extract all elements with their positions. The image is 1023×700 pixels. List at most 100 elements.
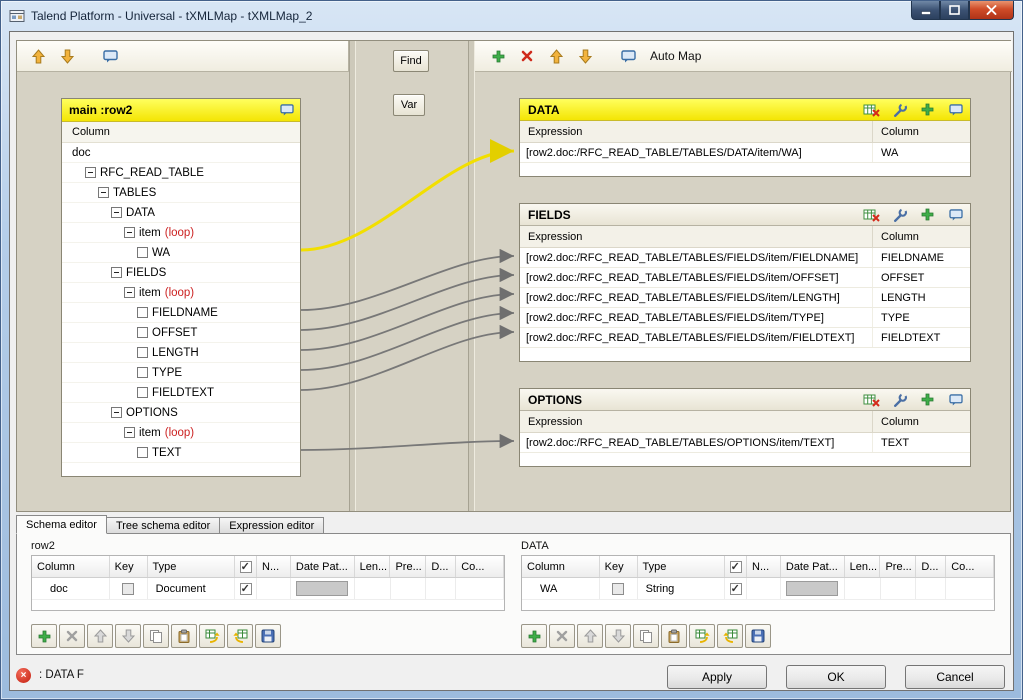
input-table-header[interactable]: main :row2 — [62, 99, 300, 122]
move-down-icon[interactable] — [58, 47, 76, 65]
schema-cell-nullable-checkbox[interactable] — [730, 583, 742, 595]
output-table-header[interactable]: FIELDS — [520, 204, 970, 226]
schema-cell-column[interactable]: WA — [522, 578, 600, 599]
remove-output-icon[interactable] — [518, 47, 536, 65]
window-icon[interactable] — [947, 392, 964, 408]
ok-button[interactable]: OK — [786, 665, 886, 689]
expression-cell[interactable]: [row2.doc:/RFC_READ_TABLE/TABLES/FIELDS/… — [520, 248, 872, 267]
schema-import-button[interactable] — [199, 624, 225, 648]
schema-table-row[interactable]: WA String — [522, 578, 994, 600]
schema-cell-n[interactable] — [747, 578, 781, 599]
schema-import-button[interactable] — [689, 624, 715, 648]
schema-cell-default[interactable] — [916, 578, 946, 599]
window-icon[interactable] — [947, 102, 964, 118]
collapse-icon[interactable] — [98, 187, 109, 198]
tree-node-tables[interactable]: TABLES — [62, 183, 300, 203]
collapse-icon[interactable] — [124, 287, 135, 298]
column-cell[interactable]: WA — [872, 143, 970, 162]
column-cell[interactable]: FIELDNAME — [872, 248, 970, 267]
schema-cell-nullable[interactable] — [725, 578, 747, 599]
tree-node-rfc_read_table[interactable]: RFC_READ_TABLE — [62, 163, 300, 183]
schema-export-button[interactable] — [717, 624, 743, 648]
tree-node-doc[interactable]: doc — [62, 143, 300, 163]
wrench-icon[interactable] — [891, 392, 908, 408]
tree-node-data[interactable]: DATA — [62, 203, 300, 223]
window-icon[interactable] — [619, 47, 637, 65]
schema-cell-precision[interactable] — [881, 578, 917, 599]
add-column-icon[interactable] — [919, 207, 936, 223]
splitter-right[interactable] — [468, 41, 475, 511]
date-pattern-box[interactable] — [296, 581, 348, 596]
column-cell[interactable]: OFFSET — [872, 268, 970, 287]
find-button[interactable]: Find — [393, 50, 429, 72]
mapping-row[interactable]: [row2.doc:/RFC_READ_TABLE/TABLES/FIELDS/… — [520, 268, 970, 288]
schema-move-down-button[interactable] — [605, 624, 631, 648]
expression-cell[interactable]: [row2.doc:/RFC_READ_TABLE/TABLES/DATA/it… — [520, 143, 872, 162]
mapping-row[interactable]: [row2.doc:/RFC_READ_TABLE/TABLES/OPTIONS… — [520, 433, 970, 453]
tree-node-item[interactable]: item(loop) — [62, 223, 300, 243]
delete-table-icon[interactable] — [863, 207, 880, 223]
output-table-header[interactable]: DATA — [520, 99, 970, 121]
schema-paste-button[interactable] — [171, 624, 197, 648]
expression-cell[interactable]: [row2.doc:/RFC_READ_TABLE/TABLES/OPTIONS… — [520, 433, 872, 452]
schema-move-up-button[interactable] — [577, 624, 603, 648]
tree-node-item[interactable]: item(loop) — [62, 283, 300, 303]
expression-cell[interactable]: [row2.doc:/RFC_READ_TABLE/TABLES/FIELDS/… — [520, 288, 872, 307]
tree-node-wa[interactable]: WA — [62, 243, 300, 263]
schema-cell-comment[interactable] — [946, 578, 994, 599]
schema-cell-comment[interactable] — [456, 578, 504, 599]
schema-remove-button[interactable] — [59, 624, 85, 648]
column-cell[interactable]: FIELDTEXT — [872, 328, 970, 347]
tree-node-fieldname[interactable]: FIELDNAME — [62, 303, 300, 323]
mapping-row[interactable]: [row2.doc:/RFC_READ_TABLE/TABLES/FIELDS/… — [520, 248, 970, 268]
collapse-icon[interactable] — [111, 207, 122, 218]
schema-move-up-button[interactable] — [87, 624, 113, 648]
header-checkbox[interactable] — [240, 561, 252, 573]
schema-cell-key-checkbox[interactable] — [122, 583, 134, 595]
collapse-icon[interactable] — [111, 267, 122, 278]
schema-cell-date-pattern[interactable] — [291, 578, 355, 599]
add-output-icon[interactable] — [489, 47, 507, 65]
schema-cell-default[interactable] — [426, 578, 456, 599]
window-icon[interactable] — [947, 207, 964, 223]
tab-expression-editor[interactable]: Expression editor — [219, 517, 324, 534]
expression-cell[interactable]: [row2.doc:/RFC_READ_TABLE/TABLES/FIELDS/… — [520, 268, 872, 287]
move-up-icon[interactable] — [547, 47, 565, 65]
schema-cell-key-checkbox[interactable] — [612, 583, 624, 595]
tree-node-type[interactable]: TYPE — [62, 363, 300, 383]
var-button[interactable]: Var — [393, 94, 425, 116]
tree-node-length[interactable]: LENGTH — [62, 343, 300, 363]
tree-node-options[interactable]: OPTIONS — [62, 403, 300, 423]
collapse-icon[interactable] — [124, 427, 135, 438]
schema-cell-nullable[interactable] — [235, 578, 257, 599]
schema-cell-key[interactable] — [110, 578, 148, 599]
window-icon[interactable] — [278, 102, 295, 118]
close-button[interactable] — [969, 1, 1014, 20]
schema-cell-length[interactable] — [845, 578, 881, 599]
schema-cell-date-pattern[interactable] — [781, 578, 845, 599]
schema-add-button[interactable] — [31, 624, 57, 648]
wrench-icon[interactable] — [891, 207, 908, 223]
minimize-button[interactable] — [911, 1, 940, 20]
header-checkbox[interactable] — [730, 561, 742, 573]
schema-cell-nullable-checkbox[interactable] — [240, 583, 252, 595]
schema-add-button[interactable] — [521, 624, 547, 648]
expression-cell[interactable]: [row2.doc:/RFC_READ_TABLE/TABLES/FIELDS/… — [520, 308, 872, 327]
move-down-icon[interactable] — [576, 47, 594, 65]
delete-table-icon[interactable] — [863, 392, 880, 408]
schema-remove-button[interactable] — [549, 624, 575, 648]
column-cell[interactable]: TYPE — [872, 308, 970, 327]
collapse-icon[interactable] — [124, 227, 135, 238]
cancel-button[interactable]: Cancel — [905, 665, 1005, 689]
schema-cell-type[interactable]: String — [638, 578, 726, 599]
mapping-row[interactable]: [row2.doc:/RFC_READ_TABLE/TABLES/FIELDS/… — [520, 288, 970, 308]
schema-cell-n[interactable] — [257, 578, 291, 599]
apply-button[interactable]: Apply — [667, 665, 767, 689]
tab-tree-schema-editor[interactable]: Tree schema editor — [106, 517, 220, 534]
schema-paste-button[interactable] — [661, 624, 687, 648]
tree-node-fields[interactable]: FIELDS — [62, 263, 300, 283]
schema-cell-column[interactable]: doc — [32, 578, 110, 599]
wrench-icon[interactable] — [891, 102, 908, 118]
schema-copy-button[interactable] — [633, 624, 659, 648]
delete-table-icon[interactable] — [863, 102, 880, 118]
